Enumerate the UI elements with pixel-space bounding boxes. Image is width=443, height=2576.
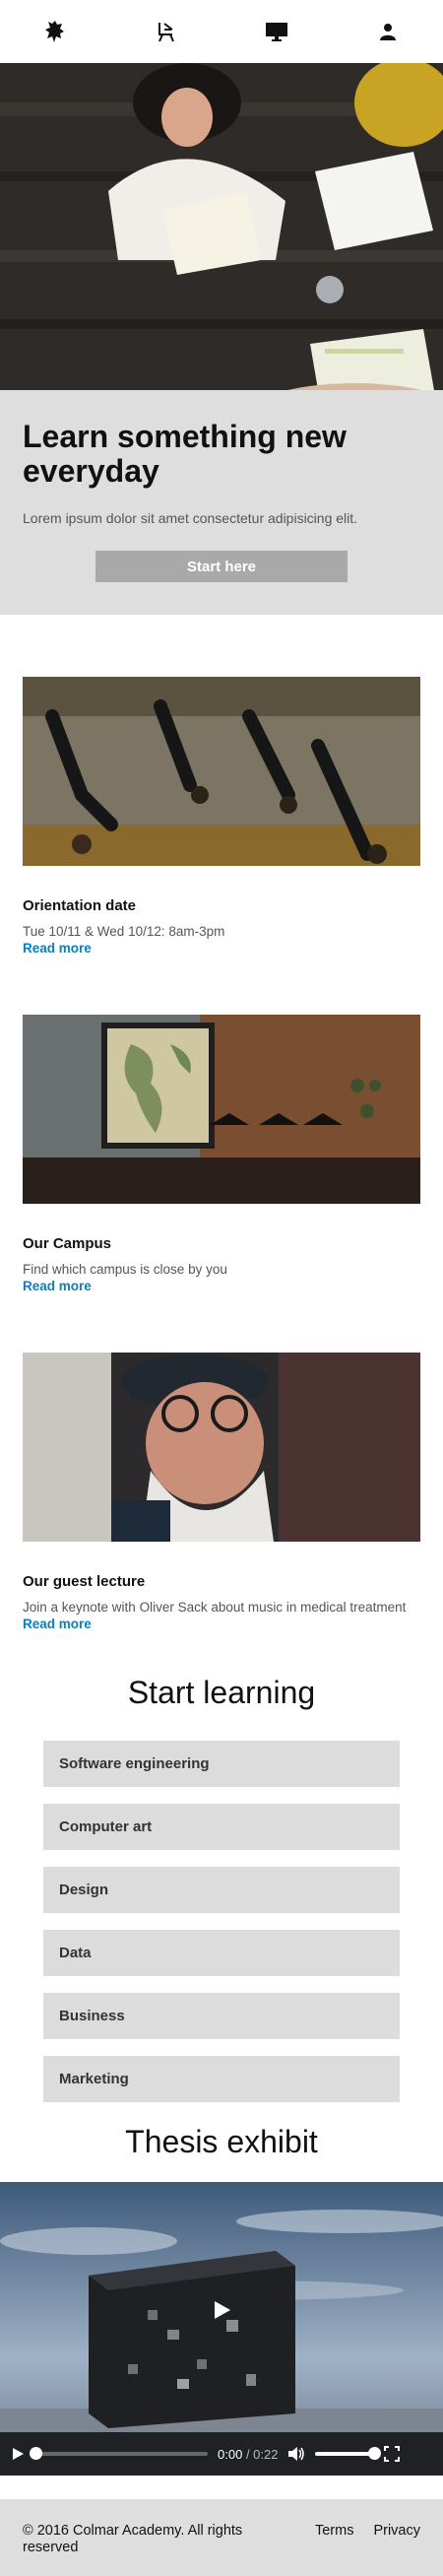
chair-icon[interactable]: [147, 12, 186, 51]
start-here-button[interactable]: Start here: [95, 551, 348, 582]
card-title: Our guest lecture: [23, 1573, 146, 1590]
footer: © 2016 Colmar Academy. All rights reserv…: [0, 2499, 443, 2576]
user-icon[interactable]: [368, 12, 408, 51]
campus-image: [23, 1015, 420, 1204]
thesis-section: Thesis exhibit 0:00 / 0:22: [0, 2124, 443, 2476]
start-learning-section: Start learning Software engineering Comp…: [0, 1675, 443, 2102]
play-icon[interactable]: [10, 2446, 26, 2462]
card-guest-lecture: Our guest lecture Join a keynote with Ol…: [23, 1353, 420, 1633]
hero-title: Learn something new everyday: [23, 419, 347, 489]
volume-slider[interactable]: [315, 2447, 382, 2460]
video-controls: 0:00 / 0:22: [0, 2432, 443, 2476]
copyright-text: © 2016 Colmar Academy. All rights reserv…: [23, 2523, 243, 2555]
video-progress-bar[interactable]: [30, 2447, 208, 2460]
footer-links: Terms Privacy: [315, 2523, 420, 2576]
course-item[interactable]: Marketing: [43, 2056, 400, 2102]
hero-panel: Learn something new everyday Lorem ipsum…: [0, 390, 443, 615]
video-time: 0:00 / 0:22: [218, 2446, 279, 2462]
monitor-icon[interactable]: [257, 12, 296, 51]
fullscreen-icon[interactable]: [384, 2446, 401, 2462]
course-item[interactable]: Software engineering: [43, 1741, 400, 1787]
guest-lecture-image: [23, 1353, 420, 1542]
info-cards: Orientation date Tue 10/11 & Wed 10/12: …: [0, 615, 443, 1633]
card-title: Our Campus: [23, 1235, 112, 1252]
duration: 0:22: [253, 2446, 279, 2462]
thesis-video[interactable]: 0:00 / 0:22: [0, 2182, 443, 2476]
card-text: Tue 10/11 & Wed 10/12: 8am-3pm: [23, 924, 225, 939]
card-title: Orientation date: [23, 897, 137, 914]
progress-knob[interactable]: [30, 2447, 42, 2460]
volume-knob[interactable]: [368, 2447, 382, 2460]
read-more-link[interactable]: Read more: [23, 1617, 92, 1631]
top-nav: [0, 0, 443, 63]
hero-subtitle: Lorem ipsum dolor sit amet consectetur a…: [23, 510, 358, 526]
start-learning-title: Start learning: [127, 1675, 316, 1710]
course-item[interactable]: Business: [43, 1993, 400, 2039]
lion-crest-icon[interactable]: [35, 12, 75, 51]
hero-image: [0, 63, 443, 390]
privacy-link[interactable]: Privacy: [373, 2523, 420, 2576]
volume-icon[interactable]: [287, 2446, 305, 2462]
thesis-title: Thesis exhibit: [125, 2124, 318, 2159]
card-text: Find which campus is close by you: [23, 1262, 227, 1277]
terms-link[interactable]: Terms: [315, 2523, 353, 2576]
read-more-link[interactable]: Read more: [23, 1279, 92, 1293]
current-time: 0:00: [218, 2446, 243, 2462]
card-text: Join a keynote with Oliver Sack about mu…: [23, 1600, 407, 1615]
course-item[interactable]: Design: [43, 1867, 400, 1913]
orientation-image: [23, 677, 420, 866]
course-item[interactable]: Data: [43, 1930, 400, 1976]
course-list: Software engineering Computer art Design…: [0, 1711, 443, 2102]
play-overlay-icon[interactable]: [210, 2298, 233, 2327]
card-campus: Our Campus Find which campus is close by…: [23, 1015, 420, 1295]
read-more-link[interactable]: Read more: [23, 941, 92, 956]
course-item[interactable]: Computer art: [43, 1804, 400, 1850]
card-orientation: Orientation date Tue 10/11 & Wed 10/12: …: [23, 677, 420, 958]
